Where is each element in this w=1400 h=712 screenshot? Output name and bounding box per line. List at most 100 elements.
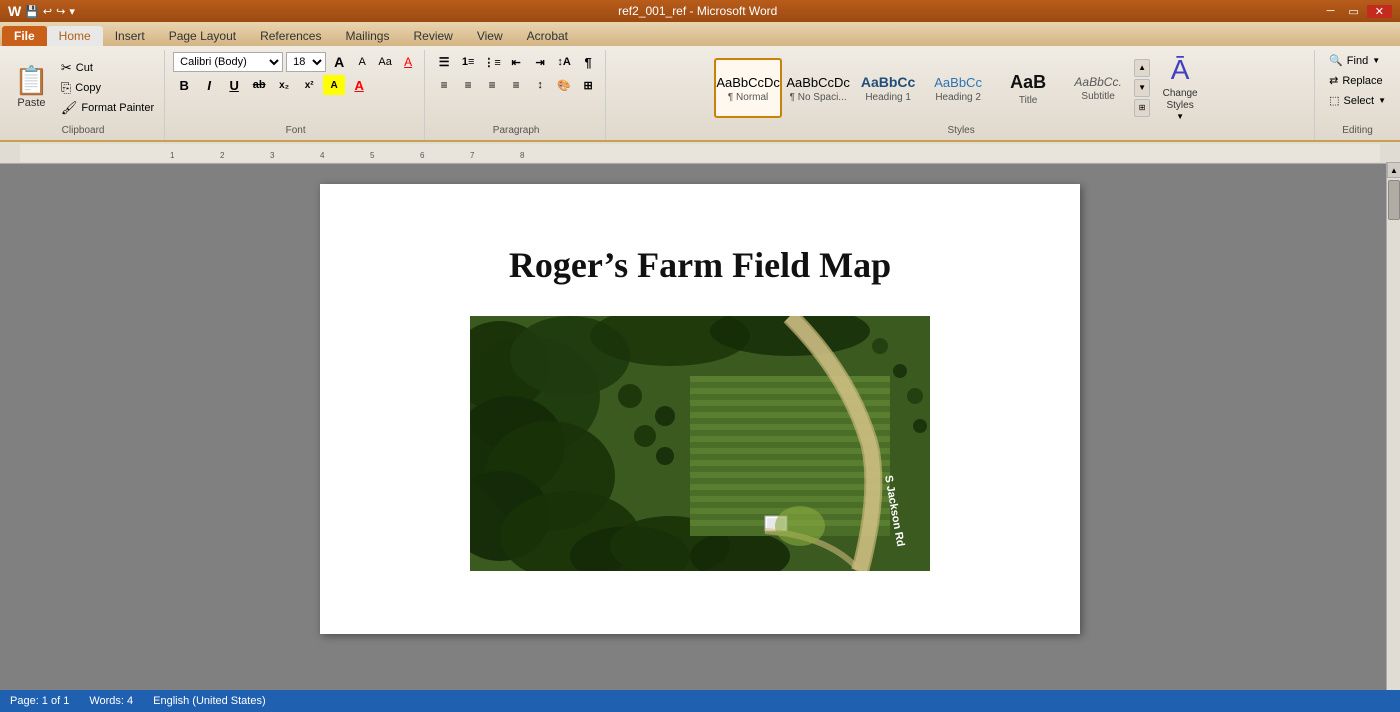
change-styles-icon: Ā [1171,54,1190,86]
decrease-indent-button[interactable]: ⇤ [505,52,527,72]
font-color-button[interactable]: A [348,75,370,95]
clipboard-group-label: Clipboard [62,123,105,138]
font-case-button[interactable]: Aa [375,52,395,72]
style-heading1[interactable]: AaBbCc Heading 1 [854,58,922,118]
select-arrow: ▼ [1378,96,1386,105]
font-group-label: Font [286,123,306,138]
highlight-button[interactable]: A [323,75,345,95]
style-subtitle-label: Subtitle [1081,91,1114,102]
editing-group-label: Editing [1342,123,1373,138]
style-title[interactable]: AaB Title [994,58,1062,118]
tab-references[interactable]: References [248,26,333,46]
svg-text:1: 1 [170,151,175,160]
document-container: Roger’s Farm Field Map [0,164,1400,692]
style-h1-preview: AaBbCc [861,74,915,90]
style-normal-label: ¶ Normal [728,92,768,103]
format-painter-icon: 🖌 [61,100,78,116]
bold-button[interactable]: B [173,75,195,95]
page-indicator: Page: 1 of 1 [10,695,69,707]
quick-undo[interactable]: ↩ [43,5,52,18]
font-shrink-button[interactable]: A [352,52,372,72]
subscript-button[interactable]: x₂ [273,75,295,95]
scrollbar-right[interactable]: ▲ ▼ [1386,162,1400,712]
borders-button[interactable]: ⊞ [577,75,599,95]
svg-text:4: 4 [320,151,325,160]
copy-button[interactable]: ⎘ Copy [57,79,158,97]
tab-insert[interactable]: Insert [103,26,157,46]
tab-acrobat[interactable]: Acrobat [515,26,580,46]
bullets-button[interactable]: ☰ [433,52,455,72]
format-painter-button[interactable]: 🖌 Format Painter [57,99,158,117]
restore-button[interactable]: ▭ [1342,5,1364,18]
styles-scroll-down[interactable]: ▼ [1134,79,1150,97]
find-label: Find [1347,55,1368,67]
clear-format-button[interactable]: A [398,52,418,72]
close-button[interactable]: ✕ [1367,5,1392,18]
change-styles-arrow: ▼ [1176,112,1184,121]
find-button[interactable]: 🔍 Find ▼ [1323,52,1392,69]
underline-button[interactable]: U [223,75,245,95]
line-spacing-button[interactable]: ↕ [529,75,551,95]
para-row1: ☰ 1≡ ⋮≡ ⇤ ⇥ ↕A ¶ [433,52,599,72]
align-left-button[interactable]: ≡ [433,75,455,95]
clipboard-small-buttons: ✂ Cut ⎘ Copy 🖌 Format Painter [57,59,158,117]
numbering-button[interactable]: 1≡ [457,52,479,72]
copy-label: Copy [75,82,101,94]
ribbon-tabs: File Home Insert Page Layout References … [0,22,1400,46]
copy-icon: ⎘ [61,80,71,96]
cut-button[interactable]: ✂ Cut [57,59,158,77]
scroll-thumb[interactable] [1388,180,1400,220]
window-title: ref2_001_ref - Microsoft Word [75,4,1321,18]
change-styles-button[interactable]: Ā ChangeStyles ▼ [1152,54,1208,122]
align-right-button[interactable]: ≡ [481,75,503,95]
quick-save[interactable]: 💾 [25,5,39,18]
ruler-svg: 12 34 56 78 [20,144,1380,162]
cut-label: Cut [76,62,93,74]
style-nospace-label: ¶ No Spaci... [790,92,847,103]
svg-text:5: 5 [370,151,375,160]
quick-redo[interactable]: ↪ [56,5,65,18]
font-size-select[interactable]: 18 [286,52,326,72]
shading-button[interactable]: 🎨 [553,75,575,95]
minimize-button[interactable]: ─ [1321,5,1341,18]
style-no-spacing[interactable]: AaBbCcDc ¶ No Spaci... [784,58,852,118]
increase-indent-button[interactable]: ⇥ [529,52,551,72]
style-h2-preview: AaBbCc [934,75,982,90]
styles-expand[interactable]: ⊞ [1134,99,1150,117]
strikethrough-button[interactable]: ab [248,75,270,95]
font-name-select[interactable]: Calibri (Body) [173,52,283,72]
style-h1-label: Heading 1 [865,92,911,103]
style-title-preview: AaB [1010,72,1046,93]
tab-review[interactable]: Review [401,26,464,46]
para-row2: ≡ ≡ ≡ ≡ ↕ 🎨 ⊞ [433,75,599,95]
tab-file[interactable]: File [2,26,47,46]
tab-view[interactable]: View [465,26,515,46]
style-heading2[interactable]: AaBbCc Heading 2 [924,58,992,118]
replace-icon: ⇄ [1329,74,1338,87]
style-normal[interactable]: AaBbCcDc ¶ Normal [714,58,782,118]
scroll-up-button[interactable]: ▲ [1387,162,1400,178]
font-grow-button[interactable]: A [329,52,349,72]
italic-button[interactable]: I [198,75,220,95]
replace-button[interactable]: ⇄ Replace [1323,72,1392,89]
tab-page-layout[interactable]: Page Layout [157,26,248,46]
select-icon: ⬚ [1329,94,1339,107]
select-button[interactable]: ⬚ Select ▼ [1323,92,1392,109]
style-subtitle-preview: AaBbCc. [1074,75,1121,89]
document-title: Roger’s Farm Field Map [400,244,1000,286]
style-nospace-preview: AaBbCcDc [786,75,850,90]
align-center-button[interactable]: ≡ [457,75,479,95]
word-icon: W [8,3,21,19]
justify-button[interactable]: ≡ [505,75,527,95]
show-marks-button[interactable]: ¶ [577,52,599,72]
sort-button[interactable]: ↕A [553,52,575,72]
styles-scroll-up[interactable]: ▲ [1134,59,1150,77]
paste-button[interactable]: 📋 Paste [8,65,55,111]
editing-group: 🔍 Find ▼ ⇄ Replace ⬚ Select ▼ Editing [1317,50,1398,140]
style-subtitle[interactable]: AaBbCc. Subtitle [1064,58,1132,118]
multilevel-button[interactable]: ⋮≡ [481,52,503,72]
tab-mailings[interactable]: Mailings [333,26,401,46]
superscript-button[interactable]: x² [298,75,320,95]
tab-home[interactable]: Home [47,26,103,46]
paste-label: Paste [17,97,45,109]
